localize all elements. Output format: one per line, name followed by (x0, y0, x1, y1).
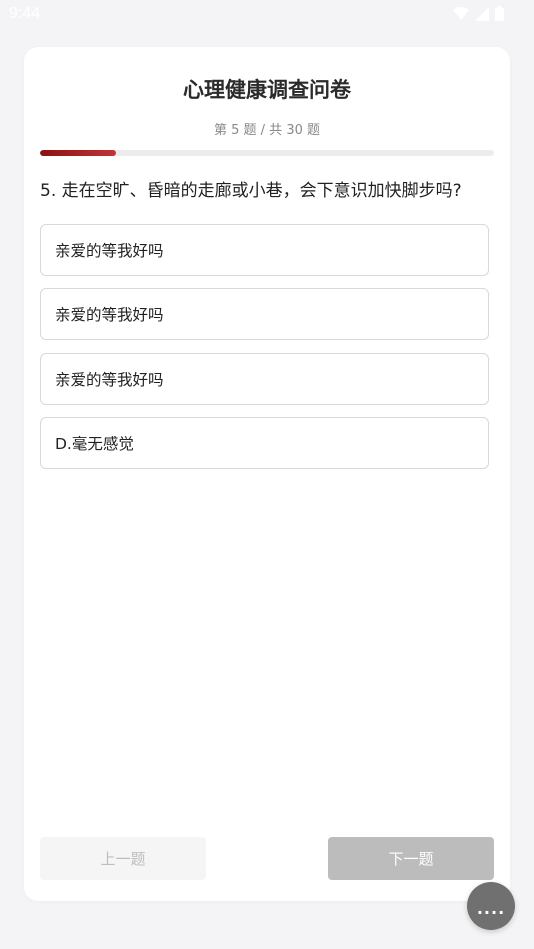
option-label: D.毫无感觉 (55, 434, 134, 453)
option-a[interactable]: 亲爱的等我好吗 (40, 224, 489, 276)
option-d[interactable]: D.毫无感觉 (40, 416, 489, 469)
option-label: 亲爱的等我好吗 (55, 306, 164, 325)
option-label: 亲爱的等我好吗 (55, 242, 164, 260)
more-dots-icon: .... (476, 898, 506, 918)
progress-bar-fill (40, 150, 116, 156)
options-list: 亲爱的等我好吗 亲爱的等我好吗 亲爱的等我好吗 D.毫无感觉 (40, 224, 489, 481)
question-text: 5. 走在空旷、昏暗的走廊或小巷，会下意识加快脚步吗? (40, 181, 462, 201)
status-bar: 9:44 (0, 0, 534, 30)
page-title: 心理健康调查问卷 (183, 78, 351, 102)
next-question-button[interactable]: 下一题 (328, 837, 494, 880)
option-c[interactable]: 亲爱的等我好吗 (40, 352, 489, 405)
wifi-icon (453, 6, 469, 20)
status-time: 9:44 (9, 5, 41, 22)
status-icons (453, 6, 504, 21)
battery-icon (495, 6, 504, 21)
more-menu-button[interactable]: .... (467, 882, 515, 930)
progress-text: 第 5 题 / 共 30 题 (214, 123, 320, 138)
signal-icon (475, 6, 489, 21)
progress-bar (40, 150, 494, 156)
prev-question-button[interactable]: 上一题 (40, 837, 206, 880)
option-b[interactable]: 亲爱的等我好吗 (40, 288, 489, 341)
option-label: 亲爱的等我好吗 (55, 370, 164, 389)
